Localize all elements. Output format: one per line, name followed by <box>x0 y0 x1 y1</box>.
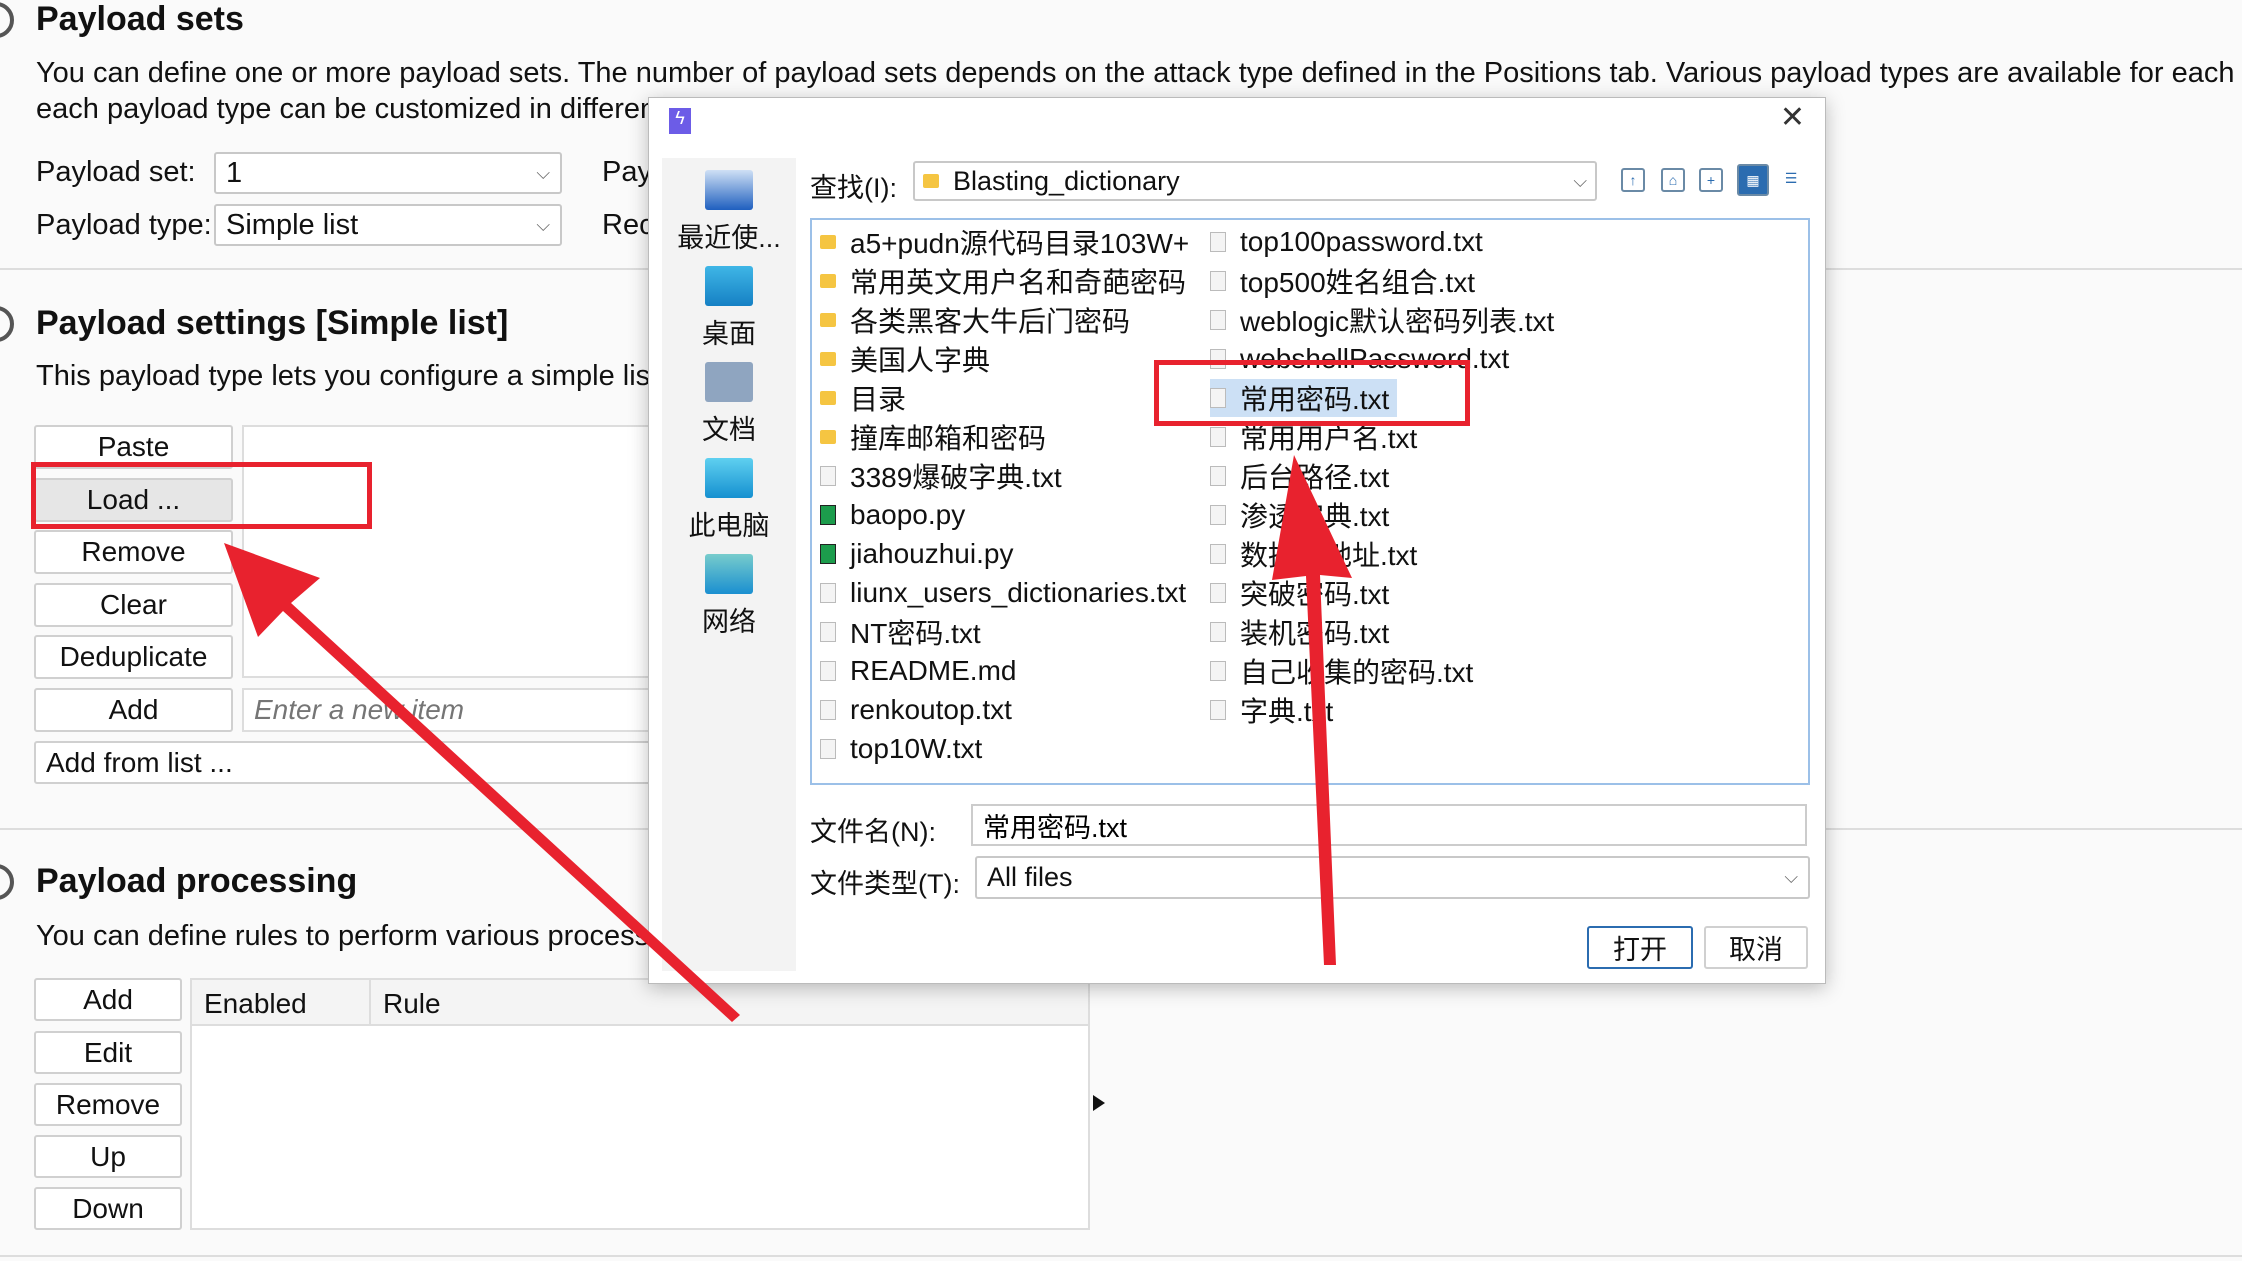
annotation-arrows <box>224 455 1352 1022</box>
arrow-to-file <box>1272 455 1352 965</box>
arrow-to-load <box>224 543 740 1022</box>
